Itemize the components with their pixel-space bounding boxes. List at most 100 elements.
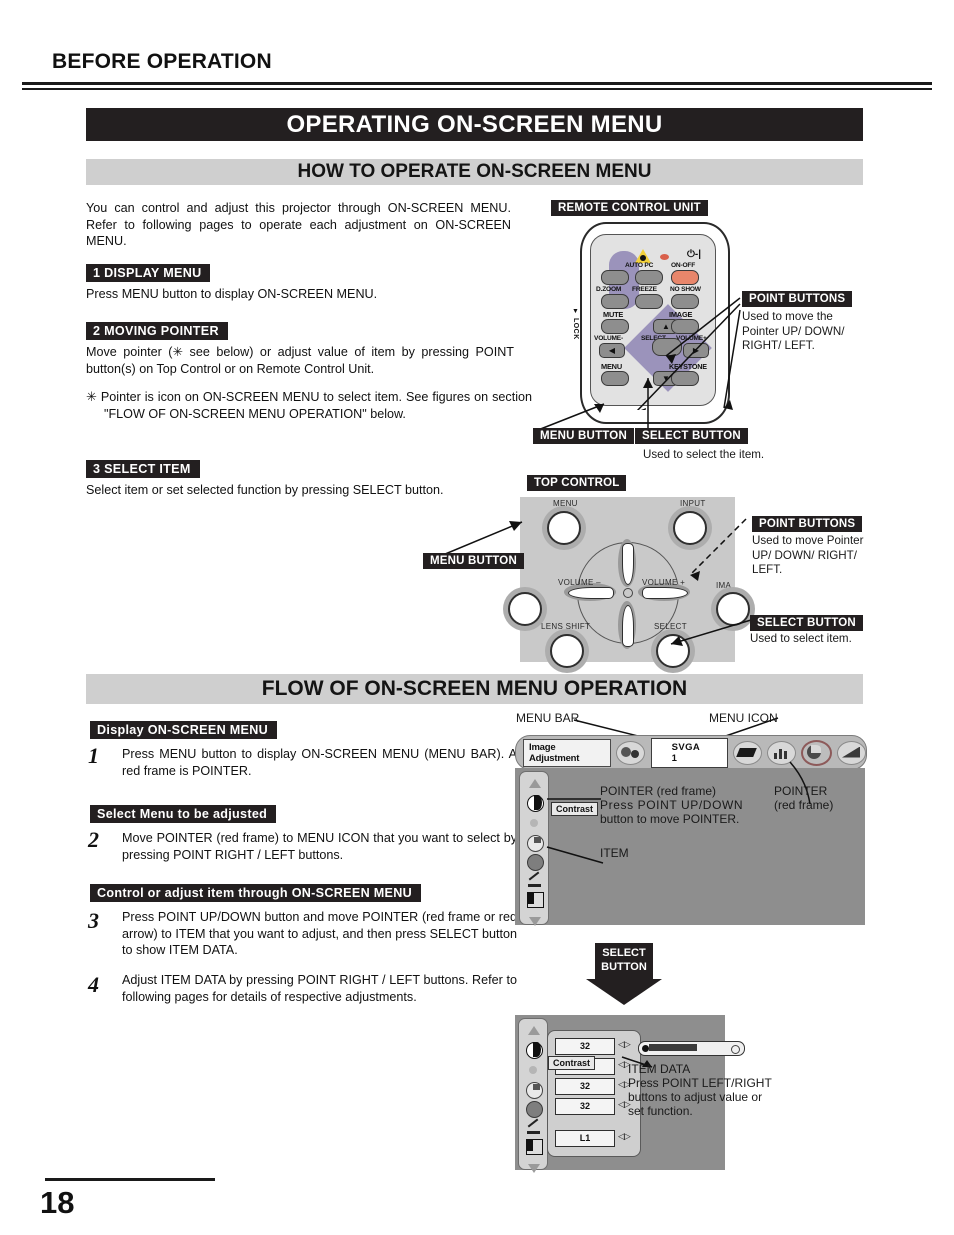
- item-data-line-1: Press POINT LEFT/RIGHT: [628, 1076, 772, 1090]
- remote-select-button-text: Used to select the item.: [643, 448, 765, 461]
- tc-label-volume-plus: VOLUME +: [642, 578, 686, 587]
- pointer-footnote: ✳ Pointer is icon on ON-SCREEN MENU to s…: [86, 389, 532, 422]
- section-body-3: Select item or set selected function by …: [86, 483, 444, 497]
- flow-step-text-3: Press POINT UP/DOWN button and move POIN…: [122, 910, 517, 957]
- tc-menu-button-label: MENU BUTTON: [423, 553, 524, 569]
- flow-step-number-1: 1: [88, 743, 99, 768]
- section-moving-pointer: 2 MOVING POINTER Move pointer (✳ see bel…: [86, 322, 514, 377]
- indicator-led-icon: [660, 254, 669, 260]
- computer-icon[interactable]: [733, 740, 762, 765]
- label-menu: MENU: [601, 362, 622, 371]
- flow-step-number-2: 2: [88, 827, 99, 852]
- input-icon[interactable]: [615, 740, 645, 765]
- flow-step-tag-1-wrap: Display ON-SCREEN MENU: [90, 721, 278, 739]
- slider-handle[interactable]: [642, 1044, 649, 1052]
- remote-select-button-label: SELECT BUTTON: [635, 428, 748, 444]
- remote-select-leader-line: [643, 378, 653, 428]
- select-button-arrow-line1: SELECT: [602, 947, 646, 959]
- tc-left-edge-button[interactable]: [508, 592, 542, 626]
- scroll-down-icon[interactable]: [524, 914, 545, 930]
- tc-point-down-button[interactable]: [622, 605, 634, 647]
- gamma-icon[interactable]: [523, 1138, 544, 1155]
- remote-point-buttons-text: Used to move the Pointer UP/ DOWN/ RIGHT…: [742, 310, 845, 353]
- menu-bar-callout: MENU BAR: [516, 711, 580, 725]
- scroll-down-icon[interactable]: [523, 1161, 544, 1177]
- sharpness-icon[interactable]: [523, 1118, 544, 1136]
- tc-point-leader-line: [689, 518, 747, 581]
- item-data-line-3: set function.: [628, 1104, 693, 1118]
- manual-page: BEFORE OPERATION OPERATING ON-SCREEN MEN…: [0, 0, 954, 1235]
- brightness-icon[interactable]: [523, 1062, 544, 1078]
- lock-label: ▼ LOCK: [572, 308, 579, 340]
- section-tag-1: 1 DISPLAY MENU: [86, 264, 211, 282]
- screen-icon[interactable]: [837, 740, 866, 765]
- label-auto-pc: AUTO PC: [625, 262, 654, 269]
- auto-pc-button[interactable]: [635, 270, 663, 285]
- arrow-head: [586, 979, 662, 1005]
- tc-point-right-button[interactable]: [642, 587, 688, 599]
- slider-fill: [649, 1044, 697, 1051]
- tc-point-up-button[interactable]: [622, 543, 634, 585]
- adjust-arrows-5[interactable]: ◁▷: [618, 1131, 631, 1142]
- remote-menu-button-label: MENU BUTTON: [533, 428, 634, 444]
- tc-select-leader-line: [670, 619, 752, 646]
- scroll-up-icon[interactable]: [523, 1023, 544, 1039]
- sharpness-icon[interactable]: [524, 871, 545, 889]
- header-rule-bottom: [22, 88, 932, 90]
- tint-icon[interactable]: [523, 1100, 544, 1118]
- flow-step-tag-2: Select Menu to be adjusted: [90, 805, 277, 823]
- running-head: BEFORE OPERATION: [52, 50, 272, 73]
- flow-step-tag-3-wrap: Control or adjust item through ON-SCREEN…: [90, 884, 422, 902]
- pointer-label-right-2: (red frame): [774, 798, 834, 812]
- pointer-red-frame-text-1: POINTER (red frame): [600, 784, 717, 798]
- value-row-3[interactable]: 32: [555, 1078, 615, 1095]
- value-row-5[interactable]: L1: [555, 1130, 615, 1147]
- label-on-off: ON-OFF: [671, 262, 696, 269]
- tc-point-left-button[interactable]: [568, 587, 614, 599]
- label-volume-minus: VOLUME-: [594, 335, 624, 342]
- label-dzoom: D.ZOOM: [596, 286, 622, 293]
- pointer-footnote-text: Pointer is icon on ON-SCREEN MENU to sel…: [100, 390, 532, 421]
- tc-lens-shift-button[interactable]: [550, 634, 584, 668]
- page-number: 18: [40, 1185, 75, 1220]
- adjust-arrows-1[interactable]: ◁▷: [618, 1039, 631, 1050]
- laser-warning-icon: [635, 249, 651, 263]
- select-button-arrow-text: SELECT BUTTON: [595, 946, 653, 974]
- tint-icon[interactable]: [524, 853, 545, 871]
- tc-label-volume-minus: VOLUME –: [558, 578, 601, 587]
- section-title-how-to-operate: HOW TO OPERATE ON-SCREEN MENU: [86, 159, 863, 185]
- dzoom-up-button[interactable]: [601, 270, 629, 285]
- contrast-icon[interactable]: [523, 1041, 544, 1059]
- flow-step-number-4: 4: [88, 972, 99, 997]
- osd2-icon-column: [518, 1018, 548, 1173]
- flow-step-number-3: 3: [88, 908, 99, 933]
- item-data-slider[interactable]: [638, 1041, 745, 1056]
- flow-step-text-4: Adjust ITEM DATA by pressing POINT RIGHT…: [122, 973, 517, 1004]
- section-body-1: Press MENU button to display ON-SCREEN M…: [86, 287, 378, 301]
- brightness-icon[interactable]: [524, 815, 545, 831]
- item-leader-line: [546, 846, 604, 864]
- item-callout: ITEM: [600, 846, 629, 860]
- color-icon[interactable]: [523, 1081, 544, 1099]
- remote-point-buttons-label: POINT BUTTONS: [742, 291, 853, 307]
- section-title-flow: FLOW OF ON-SCREEN MENU OPERATION: [86, 674, 863, 704]
- intro-paragraph: You can control and adjust this projecto…: [86, 201, 511, 248]
- section-body-2: Move pointer (✳ see below) or adjust val…: [86, 345, 514, 376]
- contrast-icon[interactable]: [524, 794, 545, 812]
- pointer-label-right-1: POINTER: [774, 784, 828, 798]
- top-control-label: TOP CONTROL: [527, 475, 627, 491]
- power-on-off-button[interactable]: [671, 270, 699, 285]
- tc-center-dot: [623, 588, 633, 598]
- remote-control-unit-label: REMOTE CONTROL UNIT: [551, 200, 708, 216]
- tc-menu-button[interactable]: [547, 511, 581, 545]
- tc-point-buttons-label: POINT BUTTONS: [752, 516, 863, 532]
- scroll-up-icon[interactable]: [524, 776, 545, 792]
- flow-step-tag-1: Display ON-SCREEN MENU: [90, 721, 278, 739]
- value-row-4[interactable]: 32: [555, 1098, 615, 1115]
- gamma-icon[interactable]: [524, 891, 545, 908]
- flow-step-text-2: Move POINTER (red frame) to MENU ICON th…: [122, 831, 517, 862]
- flow-step-tag-2-wrap: Select Menu to be adjusted: [90, 805, 277, 823]
- value-row-1[interactable]: 32: [555, 1038, 615, 1055]
- tc-label-lens-shift: LENS SHIFT: [541, 622, 591, 631]
- color-icon[interactable]: [524, 834, 545, 852]
